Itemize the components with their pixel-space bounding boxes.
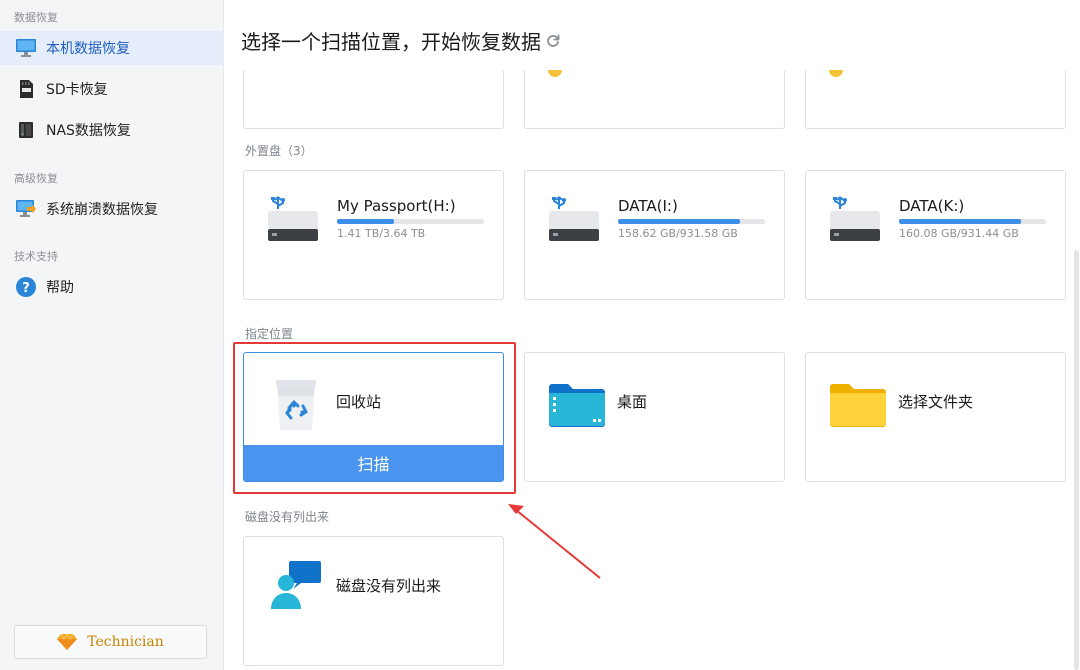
scrollbar-thumb[interactable] <box>1074 250 1079 670</box>
diamond-icon <box>57 634 78 650</box>
sidebar-item-label: 帮助 <box>46 280 74 296</box>
sidebar-item-help[interactable]: ? 帮助 <box>0 270 224 304</box>
drive-card[interactable]: DATA(K:) 160.08 GB/931.44 GB <box>805 170 1066 300</box>
drive-name: DATA(K:) <box>899 197 965 215</box>
usb-drive-icon <box>830 196 880 241</box>
support-chat-icon <box>268 561 324 609</box>
annotation-arrow <box>508 504 601 579</box>
technician-button[interactable]: Technician <box>14 625 207 659</box>
group-label-external: 外置盘（3） <box>245 144 313 158</box>
location-card-recycle-bin[interactable]: 回收站 扫描 <box>243 352 504 482</box>
group-label-not-listed: 磁盘没有列出来 <box>245 510 330 524</box>
page-title: 选择一个扫描位置，开始恢复数据 <box>241 30 541 54</box>
sidebar: 数据恢复 本机数据恢复 SD卡恢复 NAS数据恢复 高级恢复 系统崩溃数据恢复 … <box>0 0 224 670</box>
drive-usage-fill <box>899 219 1021 224</box>
system-crash-icon <box>16 199 36 219</box>
location-name: 桌面 <box>617 393 648 411</box>
nas-icon <box>16 120 36 140</box>
scrollbar[interactable] <box>1074 250 1080 670</box>
sidebar-item-label: 本机数据恢复 <box>46 41 130 57</box>
folder-icon <box>830 381 886 429</box>
header: 选择一个扫描位置，开始恢复数据 <box>224 0 1080 70</box>
drive-usage-bar <box>618 219 765 224</box>
drive-size: 160.08 GB/931.44 GB <box>899 227 1019 240</box>
help-icon: ? <box>16 277 36 297</box>
group-label-specified: 指定位置 <box>245 327 294 341</box>
drive-usage-bar <box>899 219 1046 224</box>
drive-card[interactable]: My Passport(H:) 1.41 TB/3.64 TB <box>243 170 504 300</box>
sidebar-item-label: SD卡恢复 <box>46 82 108 98</box>
technician-label: Technician <box>87 634 164 650</box>
section-label-data-recovery: 数据恢复 <box>14 11 58 24</box>
sidebar-item-system-crash[interactable]: 系统崩溃数据恢复 <box>0 192 224 226</box>
monitor-icon <box>16 38 36 58</box>
section-label-advanced: 高级恢复 <box>14 172 58 185</box>
scan-button[interactable]: 扫描 <box>244 445 503 481</box>
drive-usage-fill <box>337 219 394 224</box>
drive-name: DATA(I:) <box>618 197 678 215</box>
not-listed-card[interactable]: 磁盘没有列出来 <box>243 536 504 666</box>
sidebar-item-local-recovery[interactable]: 本机数据恢复 <box>0 31 224 65</box>
usb-drive-icon <box>268 196 318 241</box>
sidebar-item-nas[interactable]: NAS数据恢复 <box>0 113 224 147</box>
sidebar-item-sd-card[interactable]: SD卡恢复 <box>0 72 224 106</box>
location-name: 回收站 <box>336 393 382 411</box>
drive-card-partial[interactable] <box>805 63 1066 129</box>
section-label-support: 技术支持 <box>14 250 58 263</box>
location-name: 磁盘没有列出来 <box>336 577 442 595</box>
sidebar-item-label: 系统崩溃数据恢复 <box>46 202 158 218</box>
main-content: 选择一个扫描位置，开始恢复数据 外置盘（3） My Passport(H:) 1… <box>224 0 1080 670</box>
drive-card-partial[interactable] <box>524 63 785 129</box>
drive-usage-bar <box>337 219 484 224</box>
drive-name: My Passport(H:) <box>337 197 456 215</box>
usb-drive-icon <box>549 196 599 241</box>
drive-size: 158.62 GB/931.58 GB <box>618 227 738 240</box>
drive-usage-fill <box>618 219 740 224</box>
recycle-bin-icon <box>268 380 324 430</box>
drive-card-partial[interactable] <box>243 70 504 129</box>
drive-card[interactable]: DATA(I:) 158.62 GB/931.58 GB <box>524 170 785 300</box>
location-name: 选择文件夹 <box>898 393 974 411</box>
sd-card-icon <box>16 79 36 99</box>
location-card-desktop[interactable]: 桌面 <box>524 352 785 482</box>
svg-text:?: ? <box>22 281 30 296</box>
sidebar-item-label: NAS数据恢复 <box>46 123 131 139</box>
desktop-folder-icon <box>549 381 605 429</box>
drive-size: 1.41 TB/3.64 TB <box>337 227 426 240</box>
location-card-folder[interactable]: 选择文件夹 <box>805 352 1066 482</box>
refresh-icon[interactable] <box>546 34 560 48</box>
